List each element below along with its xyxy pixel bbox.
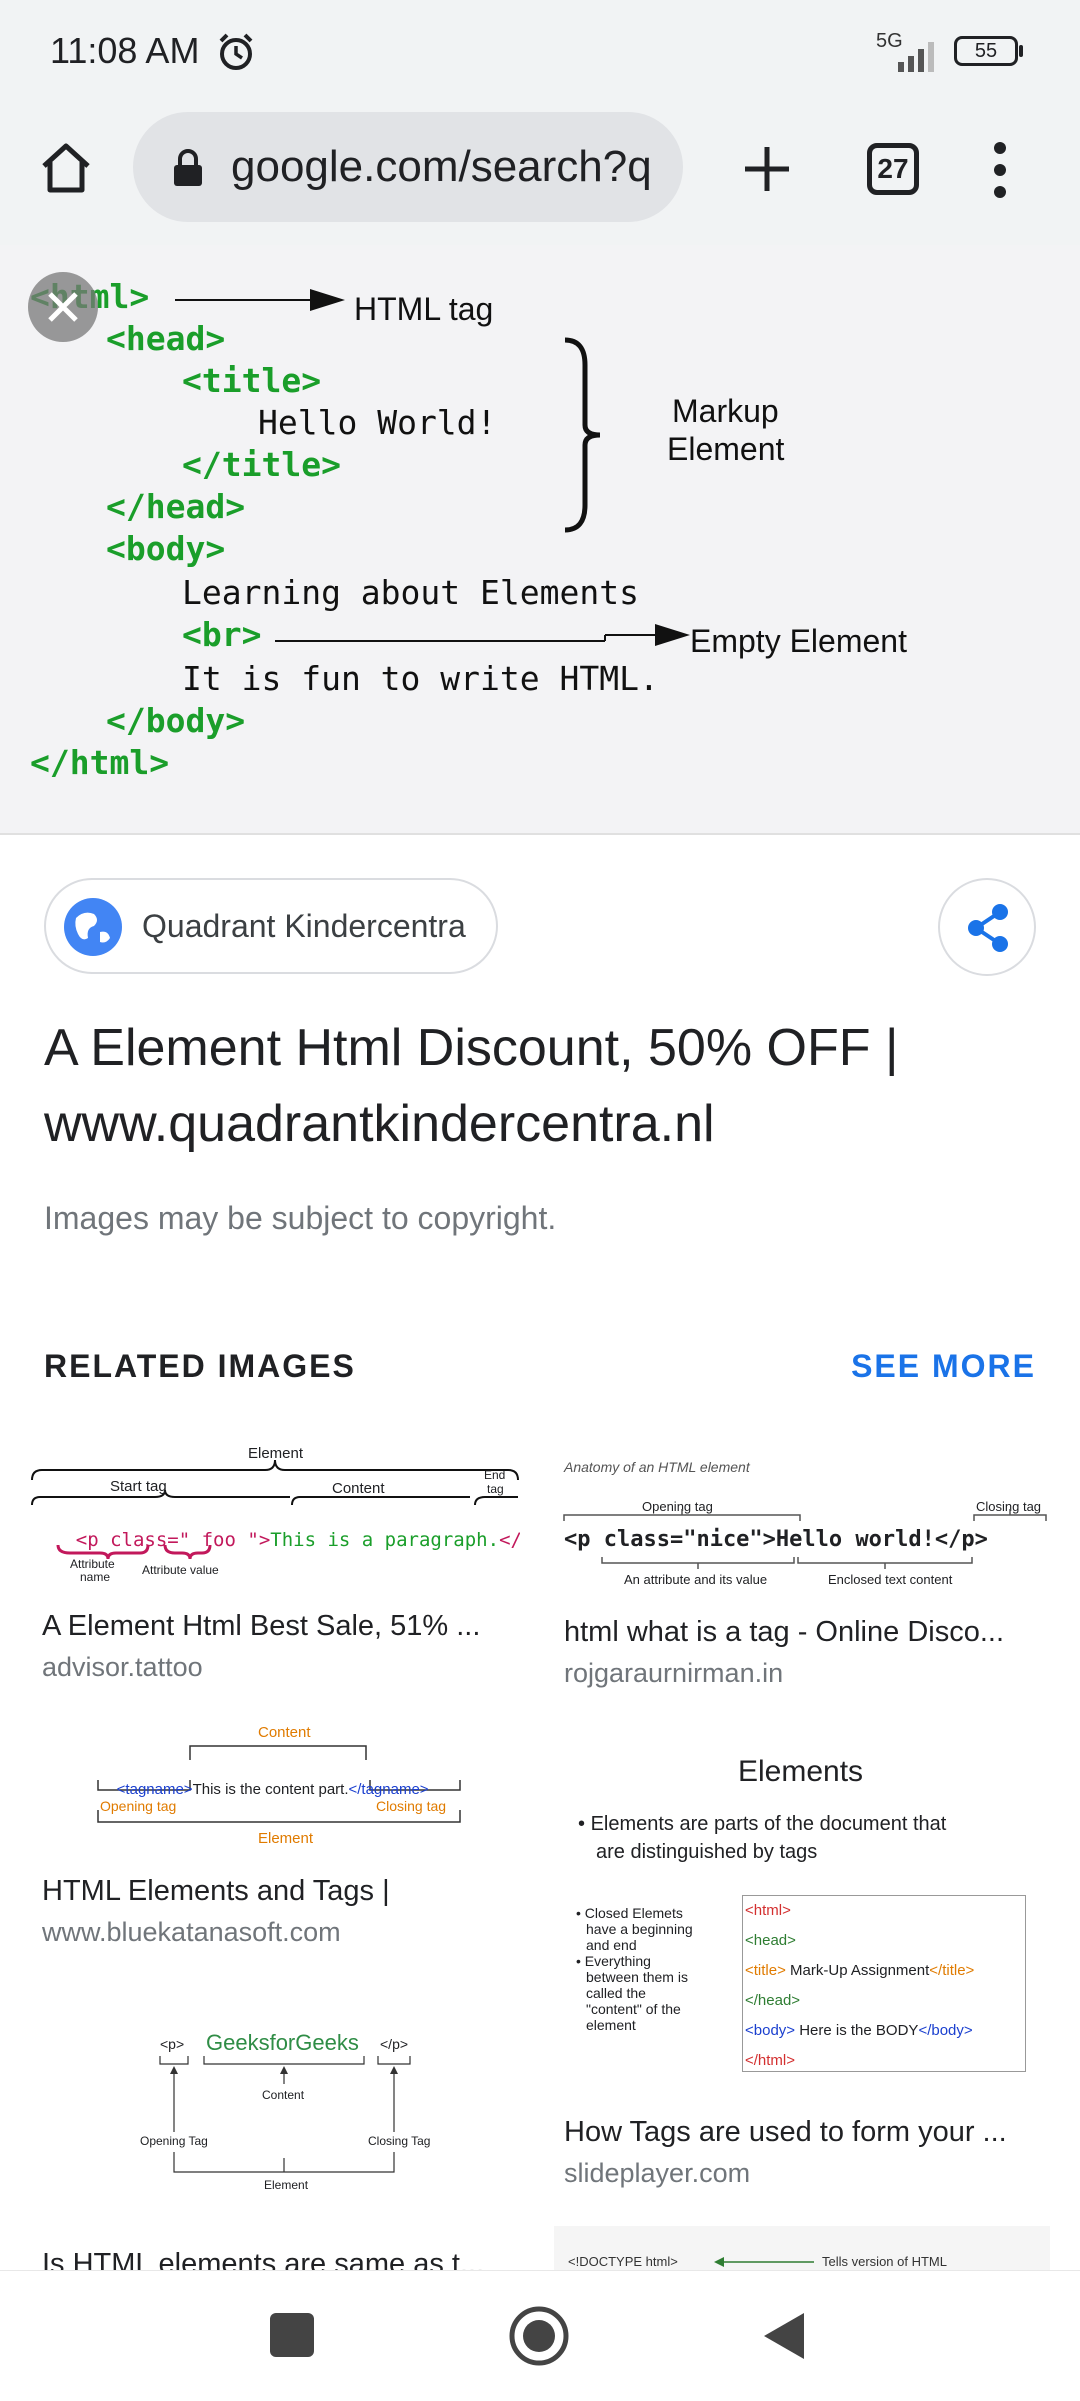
url-text: google.com/search?q xyxy=(231,142,652,191)
related-thumb-4[interactable]: Elements • Elements are parts of the doc… xyxy=(562,1745,1048,2075)
lock-icon xyxy=(174,149,202,186)
thumb-6-note: Tells version of HTML xyxy=(822,2254,947,2269)
source-chip[interactable]: Quadrant Kindercentra xyxy=(44,878,498,974)
thumb-6-arrow xyxy=(714,2257,814,2267)
related-source-2: rojgaraurnirman.in xyxy=(564,1658,784,1688)
related-thumb-2[interactable]: Anatomy of an HTML element Opening tag C… xyxy=(562,1455,1048,1595)
close-preview-button[interactable] xyxy=(28,272,98,342)
home-nav-icon[interactable] xyxy=(508,2305,570,2367)
see-more-link[interactable]: SEE MORE xyxy=(851,1348,1036,1385)
share-icon xyxy=(968,904,1008,952)
source-chip-label: Quadrant Kindercentra xyxy=(142,908,466,944)
related-thumb-3[interactable]: Content <tagname>This is the content par… xyxy=(90,1718,480,1858)
annotation-html-tag: HTML tag xyxy=(354,291,494,327)
share-button[interactable] xyxy=(938,878,1036,976)
result-title[interactable]: A Element Html Discount, 50% OFF | www.q… xyxy=(44,1010,1034,1162)
status-time: 11:08 AM xyxy=(50,30,200,71)
browser-toolbar: google.com/search?q 27 xyxy=(0,100,1080,247)
recents-button[interactable] xyxy=(270,2313,314,2357)
system-nav-bar xyxy=(0,2270,1080,2401)
thumb-4-bullet-1b: are distinguished by tags xyxy=(596,1841,818,1863)
thumb-1-start-tag: Start tag xyxy=(110,1478,167,1495)
thumb-4-bullets-2: • Closed Elemets have a beginning and en… xyxy=(576,1905,693,2033)
thumb-5-closing: Closing Tag xyxy=(368,2134,431,2148)
preview-image[interactable]: <html> <head> <title> Hello World! </tit… xyxy=(0,245,1080,835)
thumb-1-attr-name-1: Attribute xyxy=(70,1557,115,1571)
battery-icon: 55 xyxy=(954,36,1018,66)
related-thumb-6[interactable]: <!DOCTYPE html> Tells version of HTML xyxy=(554,2226,1050,2270)
annotation-markup-2: Element xyxy=(667,431,785,467)
diagram-arrows xyxy=(175,289,690,646)
battery-tip xyxy=(1019,45,1023,57)
thumb-1-end-tag: tag xyxy=(487,1482,504,1496)
thumb-3-closing: Closing tag xyxy=(376,1798,447,1814)
home-icon[interactable] xyxy=(36,138,96,198)
thumb-2-enclosed: Enclosed text content xyxy=(828,1572,953,1587)
thumb-3-element: Element xyxy=(258,1830,314,1847)
thumb-5-opening: Opening Tag xyxy=(140,2134,208,2148)
thumb-4-heading: Elements xyxy=(738,1755,864,1788)
thumb-1-content: Content xyxy=(332,1480,385,1497)
add-tab-icon[interactable] xyxy=(740,142,794,196)
related-thumb-1[interactable]: Element Start tag Content End tag <p cla… xyxy=(30,1445,520,1595)
thumb-6-doctype: <!DOCTYPE html> xyxy=(568,2254,678,2269)
thumb-1-end: End xyxy=(484,1468,506,1482)
close-icon xyxy=(48,292,78,322)
thumb-4-bullet-1a: • Elements are parts of the document tha… xyxy=(578,1813,947,1835)
url-bar[interactable]: google.com/search?q xyxy=(133,112,683,222)
related-title-1[interactable]: A Element Html Best Sale, 51% ... xyxy=(42,1610,522,1643)
related-source-4: slideplayer.com xyxy=(564,2158,751,2188)
related-title-4[interactable]: How Tags are used to form your ... xyxy=(564,2116,1044,2149)
alarm-icon xyxy=(219,33,253,70)
tab-count-label: 27 xyxy=(877,153,909,184)
thumb-5-element: Element xyxy=(264,2178,309,2192)
related-thumb-5[interactable]: <p> GeeksforGeeks </p> Opening Tag Conte… xyxy=(120,2020,440,2200)
thumb-2-attr: An attribute and its value xyxy=(624,1572,768,1587)
related-title-3[interactable]: HTML Elements and Tags | xyxy=(42,1875,522,1908)
status-bar: 11:08 AM 5G 55 xyxy=(0,0,1080,100)
globe-icon xyxy=(64,898,122,956)
related-source-3: www.bluekatanasoft.com xyxy=(42,1917,341,1947)
signal-icon xyxy=(898,42,934,72)
related-images-heading: RELATED IMAGES xyxy=(44,1348,356,1384)
thumb-5-arrows xyxy=(159,2056,411,2173)
thumb-1-attr-value: Attribute value xyxy=(142,1563,219,1577)
related-source-1: advisor.tattoo xyxy=(42,1652,203,1682)
thumb-3-opening: Opening tag xyxy=(100,1798,177,1814)
thumb-4-code-box: <html> <head> <title> Mark-Up Assignment… xyxy=(742,1895,1026,2072)
thumb-1-element: Element xyxy=(248,1445,304,1462)
annotation-markup-1: Markup xyxy=(672,393,779,429)
battery-level: 55 xyxy=(974,40,998,62)
related-title-2[interactable]: html what is a tag - Online Disco... xyxy=(564,1616,1044,1649)
copyright-note: Images may be subject to copyright. xyxy=(44,1200,557,1236)
thumb-5-content: Content xyxy=(262,2088,305,2102)
back-icon[interactable] xyxy=(762,2311,806,2361)
tab-switcher-button[interactable]: 27 xyxy=(867,143,919,195)
menu-icon[interactable] xyxy=(990,140,1010,200)
thumb-1-attr-name-2: name xyxy=(80,1570,111,1584)
annotation-empty-element: Empty Element xyxy=(690,623,907,659)
